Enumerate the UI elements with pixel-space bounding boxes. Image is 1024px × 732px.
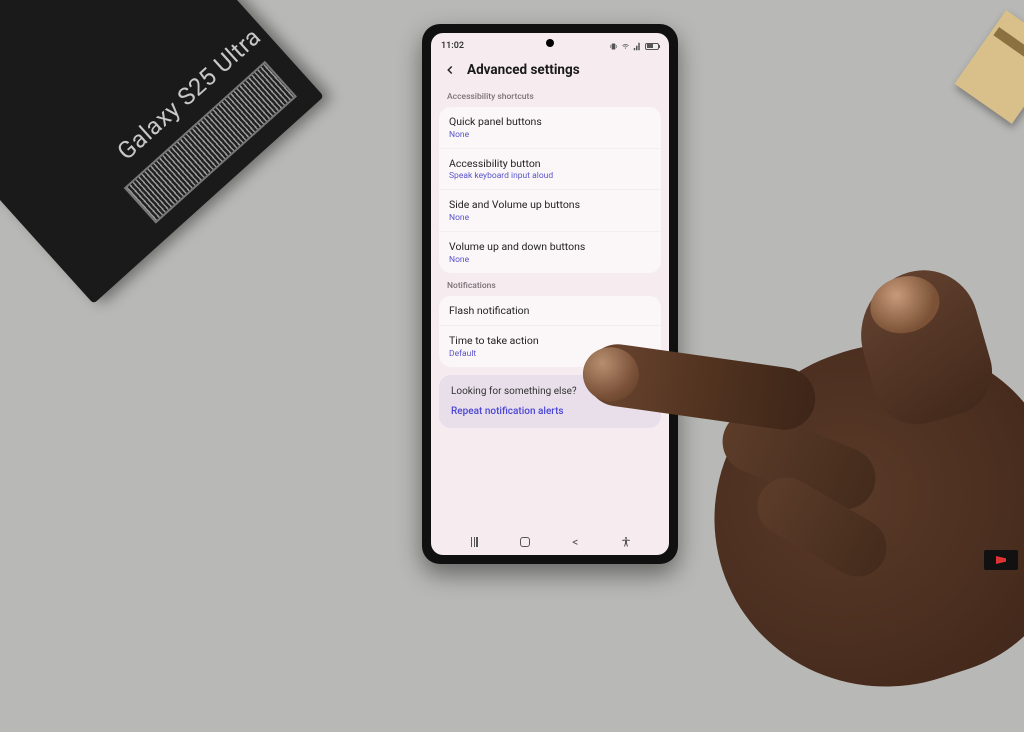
setting-volume-up-down[interactable]: Volume up and down buttons None	[439, 232, 661, 273]
setting-flash-notification[interactable]: Flash notification	[439, 296, 661, 327]
status-time: 11:02	[441, 41, 464, 51]
setting-sub: None	[449, 130, 651, 140]
setting-title: Quick panel buttons	[449, 115, 651, 129]
wooden-clip	[955, 10, 1024, 124]
setting-title: Volume up and down buttons	[449, 240, 651, 254]
video-watermark	[984, 550, 1018, 570]
setting-accessibility-button[interactable]: Accessibility button Speak keyboard inpu…	[439, 149, 661, 191]
setting-sub: None	[449, 213, 651, 223]
setting-sub: None	[449, 255, 651, 265]
suggestion-link-repeat-alerts[interactable]: Repeat notification alerts	[451, 406, 649, 417]
status-icons	[609, 42, 659, 51]
front-camera	[546, 39, 554, 47]
phone-screen: 11:02 Advanced settings Accessibility sh…	[431, 33, 669, 555]
settings-content[interactable]: Accessibility shortcuts Quick panel butt…	[431, 88, 669, 529]
product-box: Galaxy S25 Ultra	[0, 0, 324, 304]
nav-home-button[interactable]	[518, 535, 532, 549]
back-icon[interactable]	[443, 63, 457, 77]
setting-side-volume-up[interactable]: Side and Volume up buttons None	[439, 190, 661, 232]
battery-icon	[645, 43, 659, 50]
signal-icon	[633, 42, 642, 51]
setting-title: Flash notification	[449, 304, 651, 318]
setting-quick-panel-buttons[interactable]: Quick panel buttons None	[439, 107, 661, 149]
nav-accessibility-button[interactable]	[619, 535, 633, 549]
phone-frame: 11:02 Advanced settings Accessibility sh…	[422, 24, 678, 564]
section-label-shortcuts: Accessibility shortcuts	[439, 88, 661, 107]
page-title: Advanced settings	[467, 62, 580, 78]
setting-title: Side and Volume up buttons	[449, 198, 651, 212]
setting-title: Time to take action	[449, 334, 651, 348]
vibrate-icon	[609, 42, 618, 51]
system-nav-bar: <	[431, 529, 669, 555]
setting-sub: Default	[449, 349, 651, 359]
shortcuts-card: Quick panel buttons None Accessibility b…	[439, 107, 661, 273]
suggestion-heading: Looking for something else?	[451, 386, 649, 397]
nav-back-button[interactable]: <	[568, 535, 582, 549]
setting-title: Accessibility button	[449, 157, 651, 171]
setting-time-to-take-action[interactable]: Time to take action Default	[439, 326, 661, 367]
nav-recents-button[interactable]	[467, 535, 481, 549]
section-label-notifications: Notifications	[439, 277, 661, 296]
setting-sub: Speak keyboard input aloud	[449, 171, 651, 181]
page-header: Advanced settings	[431, 56, 669, 88]
wifi-icon	[621, 42, 630, 51]
suggestion-card: Looking for something else? Repeat notif…	[439, 375, 661, 428]
notifications-card: Flash notification Time to take action D…	[439, 296, 661, 367]
